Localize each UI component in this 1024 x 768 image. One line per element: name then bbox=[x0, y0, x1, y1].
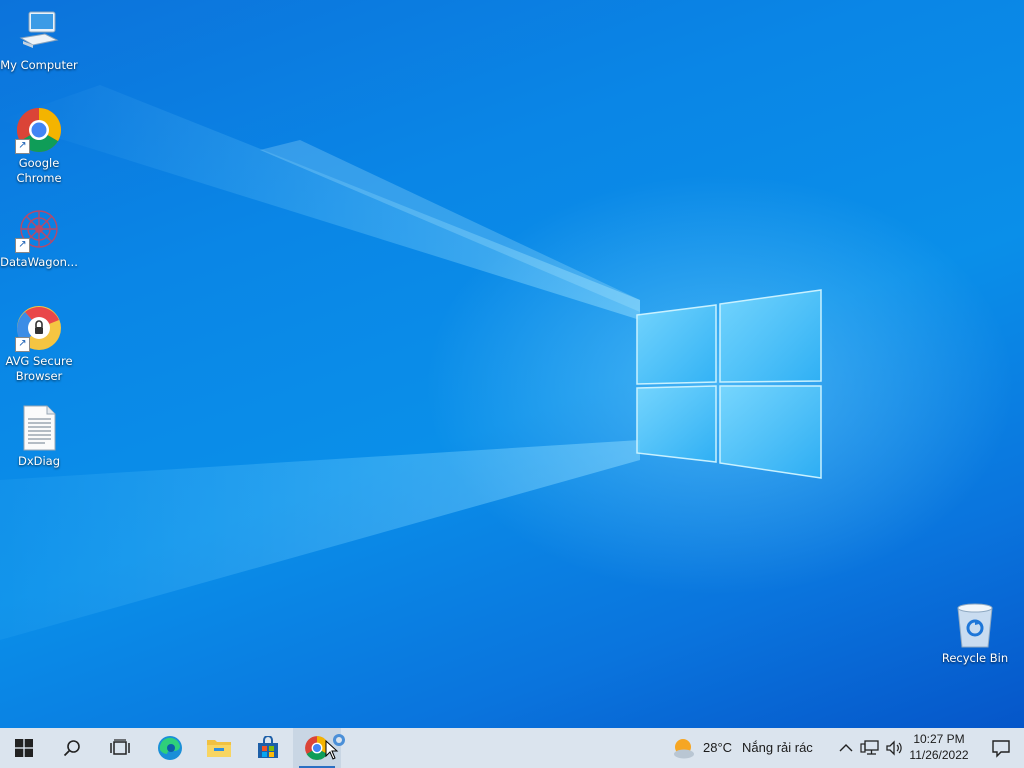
task-view-icon bbox=[110, 739, 130, 755]
weather-widget[interactable]: 28°C Nắng rải rác bbox=[670, 728, 826, 768]
desktop-icon-label: AVG Secure Browser bbox=[5, 354, 73, 383]
desktop-icon-label: My Computer bbox=[0, 58, 78, 72]
store-icon bbox=[258, 736, 278, 758]
clock[interactable]: 10:27 PM 11/26/2022 bbox=[902, 731, 976, 763]
shortcut-arrow-icon: ↗ bbox=[15, 337, 30, 352]
network-button[interactable] bbox=[860, 738, 882, 758]
notification-icon bbox=[992, 740, 1010, 758]
taskbar-store-button[interactable] bbox=[244, 728, 292, 768]
desktop-background: My Computer ↗ Google Chrome ↗ DataWagon.… bbox=[0, 0, 1024, 728]
desktop-icon-avg-secure-browser[interactable]: ↗ AVG Secure Browser bbox=[0, 304, 78, 384]
weather-temperature: 28°C bbox=[703, 740, 733, 755]
desktop-icon-label: DataWagon... bbox=[0, 255, 78, 269]
desktop-icon-recycle-bin[interactable]: Recycle Bin bbox=[936, 601, 1014, 666]
desktop-icon-dxdiag[interactable]: DxDiag bbox=[0, 404, 78, 469]
desktop-icon-google-chrome[interactable]: ↗ Google Chrome bbox=[0, 106, 78, 186]
shortcut-arrow-icon: ↗ bbox=[15, 139, 30, 154]
wallpaper-beams bbox=[0, 85, 640, 640]
start-button[interactable] bbox=[0, 728, 48, 768]
chevron-up-icon bbox=[839, 744, 853, 752]
mouse-cursor-icon bbox=[325, 740, 339, 760]
desktop-icon-label: Recycle Bin bbox=[941, 651, 1009, 665]
desktop-icon-my-computer[interactable]: My Computer bbox=[0, 8, 78, 73]
taskbar: 28°C Nắng rải rác 10:27 PM 11/26/2022 bbox=[0, 728, 1024, 768]
task-view-button[interactable] bbox=[96, 728, 144, 768]
folder-icon bbox=[207, 740, 231, 757]
text-file-icon bbox=[23, 405, 56, 451]
show-hidden-icons-button[interactable] bbox=[836, 738, 856, 758]
windows-logo-wallpaper bbox=[636, 289, 822, 479]
network-icon bbox=[860, 740, 879, 755]
clock-time: 10:27 PM bbox=[913, 732, 965, 746]
shortcut-arrow-icon: ↗ bbox=[15, 238, 30, 253]
weather-condition: Nắng rải rác bbox=[742, 740, 813, 755]
computer-icon bbox=[19, 11, 59, 48]
desktop-icon-datawagon[interactable]: ↗ DataWagon... bbox=[0, 205, 78, 270]
desktop-icon-label: Google Chrome bbox=[16, 156, 62, 185]
recycle-bin-icon bbox=[957, 603, 993, 648]
search-button[interactable] bbox=[48, 728, 96, 768]
windows-start-icon bbox=[15, 739, 33, 757]
desktop-icon-label: DxDiag bbox=[17, 454, 61, 468]
volume-button[interactable] bbox=[884, 738, 904, 758]
edge-icon bbox=[158, 736, 182, 760]
volume-icon bbox=[886, 740, 902, 756]
sun-cloud-icon bbox=[674, 739, 694, 759]
taskbar-file-explorer-button[interactable] bbox=[195, 728, 243, 768]
taskbar-edge-button[interactable] bbox=[146, 728, 194, 768]
search-icon bbox=[63, 740, 80, 757]
clock-date: 11/26/2022 bbox=[909, 748, 969, 762]
notification-center-button[interactable] bbox=[978, 728, 1024, 768]
